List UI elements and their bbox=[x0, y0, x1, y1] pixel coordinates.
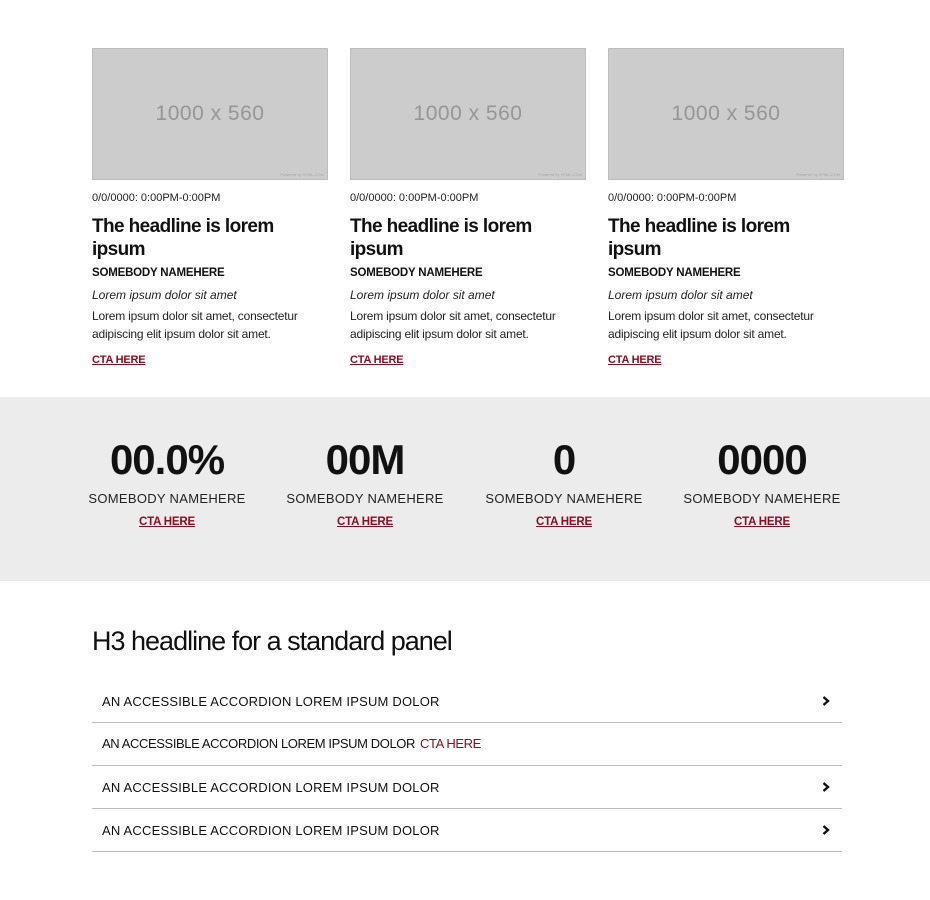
chevron-right-icon bbox=[820, 695, 832, 707]
stat-value: 00M bbox=[325, 436, 406, 483]
event-card: 1000 x 560 Powered by HTML.COM 0/0/0000:… bbox=[350, 48, 586, 368]
card-date: 0/0/0000: 0:00PM-0:00PM bbox=[350, 192, 479, 204]
card-subtitle: Lorem ipsum dolor sit amet bbox=[350, 287, 495, 302]
card-body: Lorem ipsum dolor sit amet, consectetur … bbox=[350, 308, 556, 341]
stat-value: 0 bbox=[552, 436, 576, 483]
stat-cta-link[interactable]: CTA HERE bbox=[139, 516, 195, 528]
stat-value: 00.0% bbox=[109, 436, 225, 483]
image-size-label: 1000 x 560 bbox=[155, 102, 265, 125]
accordion-item[interactable]: AN ACCESSIBLE ACCORDION LOREM IPSUM DOLO… bbox=[92, 723, 842, 766]
stat-label: SOMEBODY NAMEHERE bbox=[88, 491, 246, 506]
card-cta-link[interactable]: CTA HERE bbox=[92, 354, 146, 366]
card-headline[interactable]: The headline is lorem ipsum bbox=[608, 216, 844, 262]
image-credit: Powered by HTML.COM bbox=[280, 172, 324, 177]
image-size-label: 1000 x 560 bbox=[671, 102, 781, 125]
accordion-item[interactable]: AN ACCESSIBLE ACCORDION LOREM IPSUM DOLO… bbox=[92, 766, 842, 809]
accordion-item-label: AN ACCESSIBLE ACCORDION LOREM IPSUM DOLO… bbox=[102, 736, 416, 751]
event-cards: 1000 x 560 Powered by HTML.COM 0/0/0000:… bbox=[92, 48, 844, 368]
card-date: 0/0/0000: 0:00PM-0:00PM bbox=[92, 192, 221, 204]
stat-item: 0000 SOMEBODY NAMEHERE CTA HERE bbox=[662, 435, 862, 530]
card-image-placeholder[interactable]: 1000 x 560 Powered by HTML.COM bbox=[92, 48, 328, 180]
card-headline[interactable]: The headline is lorem ipsum bbox=[92, 216, 328, 262]
card-headline[interactable]: The headline is lorem ipsum bbox=[350, 216, 586, 262]
stat-item: 0 SOMEBODY NAMEHERE CTA HERE bbox=[464, 435, 664, 530]
stat-value: 0000 bbox=[717, 436, 807, 483]
stat-cta-link[interactable]: CTA HERE bbox=[734, 516, 790, 528]
card-body: Lorem ipsum dolor sit amet, consectetur … bbox=[608, 308, 814, 341]
stats-band: 00.0% SOMEBODY NAMEHERE CTA HERE 00M SOM… bbox=[0, 397, 930, 581]
panel-title: H3 headline for a standard panel bbox=[92, 626, 453, 656]
stat-label: SOMEBODY NAMEHERE bbox=[485, 491, 643, 506]
accordion-item-content: AN ACCESSIBLE ACCORDION LOREM IPSUM DOLO… bbox=[102, 735, 481, 753]
stat-cta-link[interactable]: CTA HERE bbox=[337, 516, 393, 528]
card-author: SOMEBODY NAMEHERE bbox=[608, 266, 741, 279]
accordion-item-label: AN ACCESSIBLE ACCORDION LOREM IPSUM DOLO… bbox=[102, 779, 440, 795]
card-body: Lorem ipsum dolor sit amet, consectetur … bbox=[92, 308, 298, 341]
image-credit: Powered by HTML.COM bbox=[538, 172, 582, 177]
event-card: 1000 x 560 Powered by HTML.COM 0/0/0000:… bbox=[608, 48, 844, 368]
stat-item: 00.0% SOMEBODY NAMEHERE CTA HERE bbox=[67, 435, 267, 530]
accordion-item-label: AN ACCESSIBLE ACCORDION LOREM IPSUM DOLO… bbox=[102, 693, 440, 709]
accordion-item[interactable]: AN ACCESSIBLE ACCORDION LOREM IPSUM DOLO… bbox=[92, 680, 842, 723]
card-image-placeholder[interactable]: 1000 x 560 Powered by HTML.COM bbox=[350, 48, 586, 180]
event-card: 1000 x 560 Powered by HTML.COM 0/0/0000:… bbox=[92, 48, 328, 368]
chevron-right-icon bbox=[820, 824, 832, 836]
stat-item: 00M SOMEBODY NAMEHERE CTA HERE bbox=[265, 435, 465, 530]
card-author: SOMEBODY NAMEHERE bbox=[350, 266, 483, 279]
stat-label: SOMEBODY NAMEHERE bbox=[286, 491, 444, 506]
image-credit: Powered by HTML.COM bbox=[796, 172, 840, 177]
accordion-cta-link[interactable]: CTA HERE bbox=[420, 736, 481, 751]
accordion: AN ACCESSIBLE ACCORDION LOREM IPSUM DOLO… bbox=[92, 680, 842, 852]
card-date: 0/0/0000: 0:00PM-0:00PM bbox=[608, 192, 737, 204]
card-image-placeholder[interactable]: 1000 x 560 Powered by HTML.COM bbox=[608, 48, 844, 180]
card-author: SOMEBODY NAMEHERE bbox=[92, 266, 225, 279]
chevron-right-icon bbox=[820, 781, 832, 793]
accordion-item[interactable]: AN ACCESSIBLE ACCORDION LOREM IPSUM DOLO… bbox=[92, 809, 842, 852]
card-subtitle: Lorem ipsum dolor sit amet bbox=[92, 287, 237, 302]
image-size-label: 1000 x 560 bbox=[413, 102, 523, 125]
card-cta-link[interactable]: CTA HERE bbox=[608, 354, 662, 366]
stat-cta-link[interactable]: CTA HERE bbox=[536, 516, 592, 528]
accordion-item-label: AN ACCESSIBLE ACCORDION LOREM IPSUM DOLO… bbox=[102, 822, 440, 838]
card-subtitle: Lorem ipsum dolor sit amet bbox=[608, 287, 753, 302]
stat-label: SOMEBODY NAMEHERE bbox=[683, 491, 841, 506]
card-cta-link[interactable]: CTA HERE bbox=[350, 354, 404, 366]
